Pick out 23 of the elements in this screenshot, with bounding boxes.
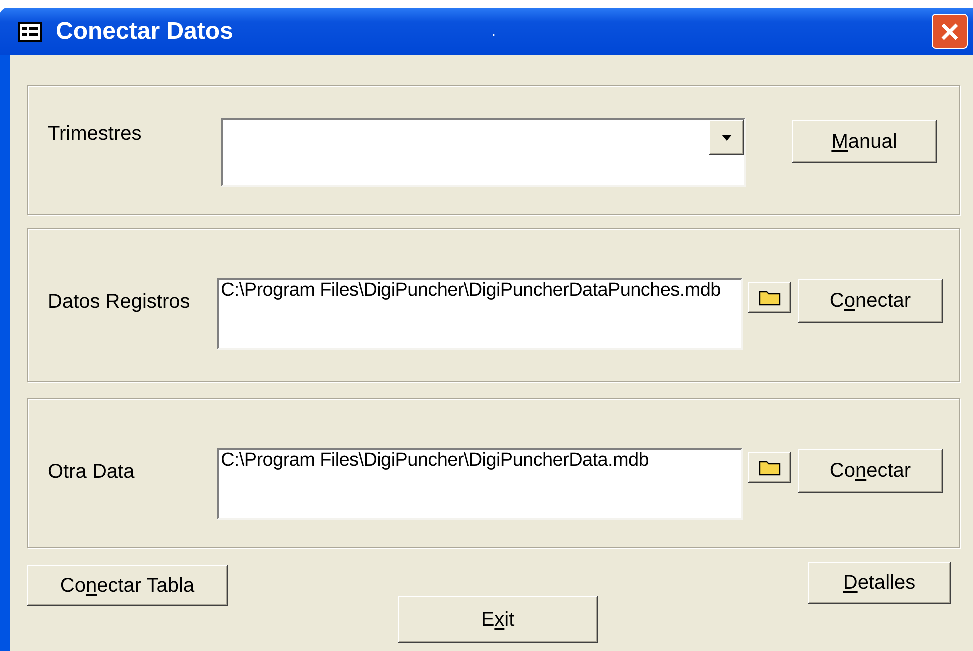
dropdown-field[interactable] bbox=[221, 118, 746, 187]
manual-button[interactable]: Manual bbox=[792, 120, 937, 163]
close-button[interactable] bbox=[932, 14, 968, 49]
field-label: Otra Data bbox=[48, 460, 136, 485]
window-title: Conectar Datos bbox=[56, 16, 234, 46]
folder-icon bbox=[758, 460, 780, 476]
browse-button[interactable] bbox=[748, 452, 791, 483]
field-label: Datos Registros bbox=[48, 290, 192, 315]
form-icon bbox=[18, 22, 42, 42]
field-label: Trimestres bbox=[48, 122, 143, 147]
dropdown-button[interactable] bbox=[709, 120, 744, 155]
connect-button[interactable]: Conectar bbox=[798, 449, 943, 493]
close-icon bbox=[940, 22, 960, 42]
connect-button[interactable]: Conectar bbox=[798, 279, 943, 323]
dropdown-arrow-icon bbox=[722, 134, 732, 140]
title-mark: . bbox=[492, 22, 496, 41]
path-field[interactable]: C:\Program Files\DigiPuncher\DigiPuncherDataPunches.mdb bbox=[217, 278, 743, 350]
folder-icon bbox=[758, 290, 780, 306]
path-field[interactable]: C:\Program Files\DigiPuncher\DigiPuncherData.mdb bbox=[217, 448, 743, 520]
browse-button[interactable] bbox=[748, 282, 791, 313]
details-button[interactable]: Detalles bbox=[808, 562, 951, 604]
exit-button[interactable]: Exit bbox=[398, 596, 598, 643]
connect-table-button[interactable]: Conectar Tabla bbox=[27, 565, 228, 606]
